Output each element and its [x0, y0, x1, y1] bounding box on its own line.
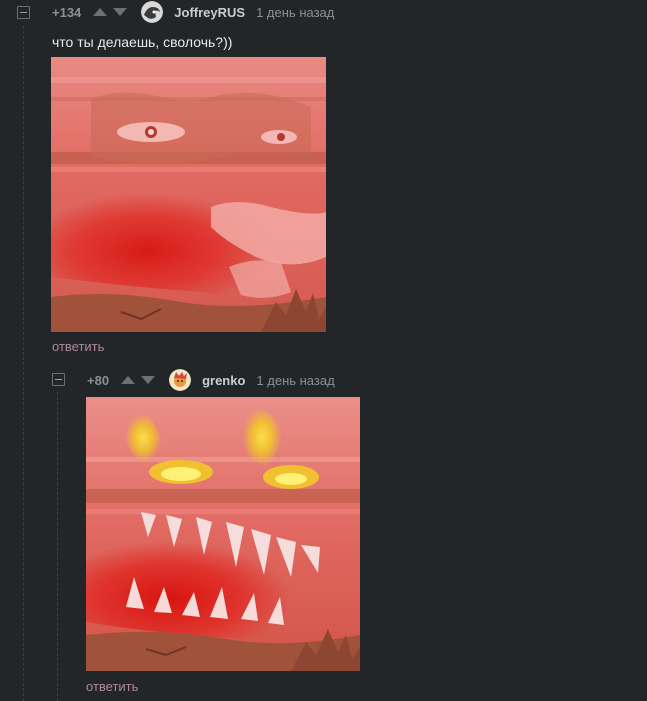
comment-rating: +134: [52, 4, 82, 20]
reply-link[interactable]: ответить: [86, 679, 138, 694]
thread-line: [23, 26, 24, 701]
comment-rating: +80: [87, 372, 110, 388]
comment-image[interactable]: [86, 397, 360, 671]
avatar[interactable]: [141, 1, 164, 23]
comment-image[interactable]: [51, 57, 326, 332]
collapse-icon[interactable]: [17, 6, 30, 19]
comment-text: что ты делаешь, сволочь?)): [52, 34, 233, 50]
comment-date: 1 день назад: [256, 372, 335, 388]
nested-thread-line: [57, 392, 58, 701]
comment-author[interactable]: grenko: [202, 373, 245, 388]
comment-header: +134 JoffreyRUS 1 день назад: [52, 1, 335, 23]
upvote-icon[interactable]: [93, 8, 108, 16]
avatar[interactable]: [169, 369, 192, 391]
reply-link[interactable]: ответить: [52, 339, 104, 354]
comment-header: +80 grenko 1 день назад: [87, 369, 335, 391]
comment-author[interactable]: JoffreyRUS: [174, 5, 245, 20]
collapse-icon[interactable]: [52, 373, 65, 386]
downvote-icon[interactable]: [113, 8, 128, 16]
downvote-icon[interactable]: [141, 376, 156, 384]
comment-date: 1 день назад: [256, 4, 335, 20]
upvote-icon[interactable]: [121, 376, 136, 384]
